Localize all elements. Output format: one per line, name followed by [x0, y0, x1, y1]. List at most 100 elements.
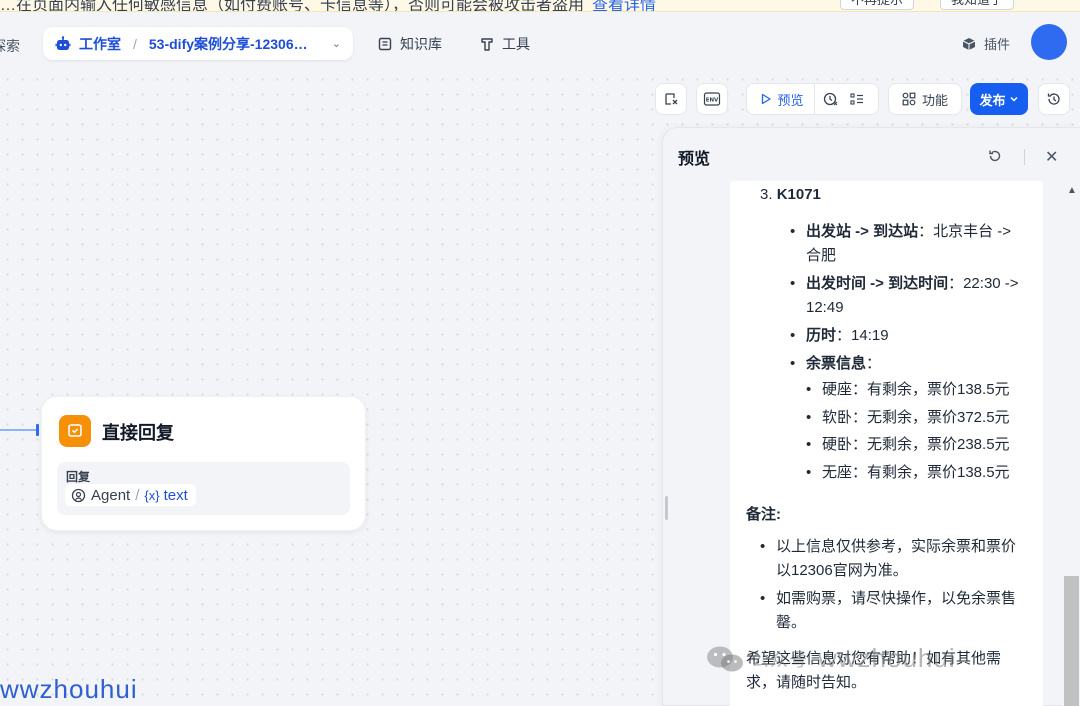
run-history-icon [823, 92, 837, 106]
breadcrumb-separator: / [133, 35, 137, 52]
run-history-button[interactable] [815, 84, 839, 114]
notes-list: • 以上信息仅供参考，实际余票和票价以12306官网为准。 • 如需购票，请尽快操作… [760, 535, 1026, 635]
history-icon [1047, 93, 1060, 105]
list-item: • 历时：14:19 [790, 324, 1026, 348]
ticket-text: 无座：有剩余，票价138.5元 [822, 463, 1010, 481]
bullet: • [790, 275, 796, 292]
env-icon: ENV [703, 92, 721, 106]
nav-tools[interactable]: 工具 [480, 34, 530, 54]
hammer-icon [481, 38, 493, 51]
banner-got-it-button[interactable]: 我知道了 [940, 0, 1015, 10]
watermark-en: wwzhouhui [818, 643, 956, 673]
workflow-edge[interactable] [0, 429, 38, 431]
panel-resize-handle[interactable] [665, 496, 668, 520]
checklist-button[interactable] [839, 84, 865, 114]
version-history-button[interactable] [1038, 83, 1070, 115]
banner-dismiss-forever-button[interactable]: 不再提示 [840, 0, 915, 10]
bullet: • [760, 538, 766, 555]
nav-explore[interactable]: 探索 [0, 36, 20, 56]
bullet: • [790, 223, 796, 240]
train-heading: 3. K1071 [760, 183, 821, 207]
train-detail-list: • 出发站 -> 到达站：北京丰台 -> 合肥 • 出发时间 -> 到达时间：2… [790, 220, 1026, 485]
app-name[interactable]: 53-dify案例分享-12306… [149, 34, 308, 54]
preview-panel: 预览 ✕ 3. K1071 • 出发站 -> 到达站：北京丰台 -> 合肥 • … [662, 127, 1080, 706]
checklist-x-button[interactable] [655, 83, 687, 115]
nav-knowledge[interactable]: 知识库 [378, 34, 442, 54]
close-icon[interactable]: ✕ [1045, 147, 1058, 167]
reply-icon [68, 424, 82, 437]
ticket-text: 硬座：有剩余，票价138.5元 [822, 381, 1010, 398]
bullet: • [806, 408, 812, 426]
panel-scrollbar[interactable]: ▲ [1063, 181, 1080, 706]
list-check-icon [849, 93, 863, 105]
bullet: • [806, 381, 812, 398]
publish-label: 发布 [979, 92, 1006, 108]
variable-separator: / [135, 486, 140, 504]
banner-message: …在页面内输入任何敏感信息（如付费账号、卡信息等），否则可能会被攻击者盗用 [0, 0, 585, 12]
ticket-text: 软卧：无剩余，票价372.5元 [822, 408, 1010, 426]
node-title: 直接回复 [102, 423, 174, 443]
nav-studio-app-selector[interactable]: 工作室 / 53-dify案例分享-12306… ⌄ [43, 27, 353, 60]
nav-plugins[interactable]: 插件 [962, 34, 1010, 53]
preview-group: 预览 [746, 83, 879, 115]
ticket-item: • 硬座：有剩余，票价138.5元 [806, 378, 1026, 402]
wechat-icon [707, 646, 743, 671]
refresh-icon[interactable] [987, 148, 1003, 164]
answer-node[interactable]: 直接回复 回复 Agent / {x} text [41, 396, 366, 531]
top-navigation: 探索 工作室 / 53-dify案例分享-12306… ⌄ 知识库 工具 [0, 12, 1080, 72]
list-item: • 出发时间 -> 到达时间：22:30 -> 12:49 [790, 272, 1026, 320]
tickets-label: 余票信息 [806, 355, 867, 372]
reply-field[interactable]: 回复 Agent / {x} text [57, 462, 350, 515]
ticket-item: • 硬卧：无剩余，票价238.5元 [806, 433, 1026, 457]
bullet: • [806, 463, 812, 481]
chat-message: 3. K1071 • 出发站 -> 到达站：北京丰台 -> 合肥 • 出发时间 … [730, 181, 1043, 706]
note-text: 以上信息仅供参考，实际余票和票价以12306官网为准。 [776, 538, 1017, 579]
time-label: 出发时间 -> 到达时间 [806, 275, 949, 292]
preview-label: 预览 [777, 92, 804, 108]
variable-node-name: Agent [91, 486, 131, 504]
bullet: • [760, 590, 766, 607]
variable-reference[interactable]: Agent / {x} text [65, 484, 196, 506]
studio-label[interactable]: 工作室 [79, 34, 121, 54]
scrollbar-thumb[interactable] [1064, 576, 1079, 706]
cube-icon [962, 37, 976, 50]
publish-button[interactable]: 发布 [970, 83, 1028, 115]
node-input-handle[interactable] [36, 424, 39, 436]
list-item: • 以上信息仅供参考，实际余票和票价以12306官网为准。 [760, 535, 1026, 583]
duration-value: ：14:19 [836, 327, 889, 344]
chevron-down-icon [1009, 96, 1018, 102]
notes-title: 备注: [746, 506, 781, 523]
agent-icon [71, 488, 86, 502]
bullet: • [790, 355, 796, 372]
play-icon [762, 93, 772, 105]
avatar[interactable] [1031, 24, 1067, 60]
chevron-down-icon[interactable]: ⌄ [332, 37, 341, 50]
scroll-up-arrow-icon[interactable]: ▲ [1067, 185, 1077, 196]
tickets-colon: ： [866, 355, 882, 372]
duration-label: 历时 [806, 327, 837, 344]
features-label: 功能 [921, 92, 948, 108]
preview-button[interactable]: 预览 [760, 84, 815, 114]
robot-icon [55, 35, 71, 50]
notice-banner: …在页面内输入任何敏感信息（如付费账号、卡信息等），否则可能会被攻击者盗用 查看详… [0, 0, 1080, 12]
variable-icon: {x} [144, 487, 160, 503]
bullet: • [790, 327, 796, 344]
nav-tools-label: 工具 [502, 36, 530, 52]
panel-header-divider [1024, 149, 1025, 165]
reply-field-label: 回复 [66, 470, 91, 484]
banner-details-link[interactable]: 查看详情 [592, 0, 656, 11]
watermark-cn: 公众号 [751, 649, 808, 670]
list-item: • 出发站 -> 到达站：北京丰台 -> 合肥 [790, 220, 1026, 268]
panel-title: 预览 [678, 151, 711, 168]
banner-text: …在页面内输入任何敏感信息（如付费账号、卡信息等），否则可能会被攻击者盗用 查看详… [0, 0, 656, 12]
env-variables-button[interactable]: ENV [696, 83, 728, 115]
note-text: 如需购票，请尽快操作，以免余票售罄。 [776, 590, 1017, 631]
list-item: • 余票信息： • 硬座：有剩余，票价138.5元 • 软卧：无剩余，票价372.5… [790, 352, 1026, 485]
variable-name: text [163, 486, 188, 504]
ticket-list: • 硬座：有剩余，票价138.5元 • 软卧：无剩余，票价372.5元 • 硬卧：无剩… [806, 378, 1026, 485]
bullet: • [806, 436, 812, 453]
features-button[interactable]: 功能 [888, 83, 962, 115]
checklist-x-icon [665, 93, 678, 105]
book-icon [378, 37, 392, 51]
ticket-item: • 软卧：无剩余，票价372.5元 [806, 406, 1026, 430]
